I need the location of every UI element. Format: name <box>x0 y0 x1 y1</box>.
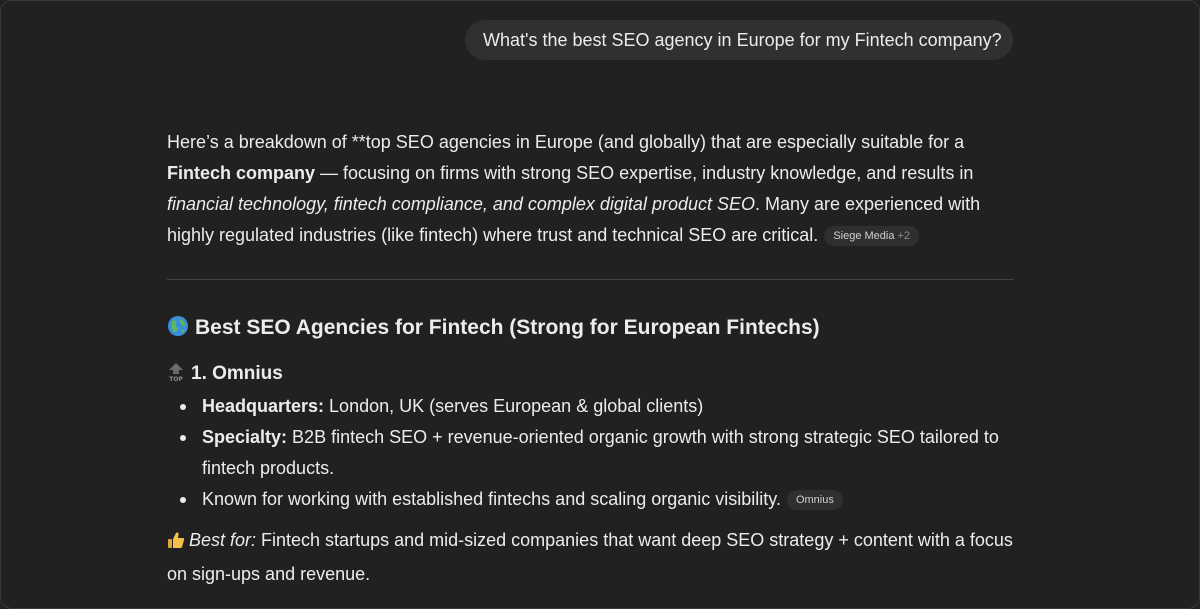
list-item: Specialty: B2B fintech SEO + revenue-ori… <box>167 422 1017 484</box>
bullet-text: London, UK (serves European & global cli… <box>324 396 704 416</box>
section-divider <box>167 279 1014 280</box>
citation-label: Siege Media <box>833 230 895 242</box>
best-for-paragraph: Best for: Fintech startups and mid-sized… <box>167 525 1017 590</box>
agency-details-list: Headquarters: London, UK (serves Europea… <box>167 391 1017 515</box>
user-message-text: What's the best SEO agency in Europe for… <box>483 30 1002 50</box>
thumbs-up-icon <box>167 528 185 559</box>
intro-text-2: — focusing on firms with strong SEO expe… <box>315 163 974 183</box>
best-for-text: Fintech startups and mid-sized companies… <box>167 530 1013 584</box>
list-item: Known for working with established finte… <box>167 484 1017 515</box>
bullet-label: Headquarters: <box>202 396 325 416</box>
agency-title: 1. Omnius <box>191 363 283 384</box>
citation-chip-omnius[interactable]: Omnius <box>786 490 843 510</box>
top-arrow-icon: TOP <box>167 362 185 383</box>
assistant-response: Here’s a breakdown of **top SEO agencies… <box>167 127 1017 590</box>
user-message-bubble: What's the best SEO agency in Europe for… <box>465 20 1013 60</box>
citation-label: Omnius <box>795 494 834 506</box>
bullet-text: B2B fintech SEO + revenue-oriented organ… <box>202 427 999 478</box>
bullet-text: Known for working with established finte… <box>202 489 781 509</box>
agency-heading: TOP 1. Omnius <box>167 361 1017 387</box>
intro-text-1: Here’s a breakdown of **top SEO agencies… <box>167 132 965 152</box>
chat-window: What's the best SEO agency in Europe for… <box>0 0 1200 609</box>
best-for-label: Best for: <box>189 530 257 550</box>
section-heading: Best SEO Agencies for Fintech (Strong fo… <box>167 314 1017 345</box>
intro-paragraph: Here’s a breakdown of **top SEO agencies… <box>167 127 1017 251</box>
intro-bold: Fintech company <box>167 163 316 183</box>
section-heading-text: Best SEO Agencies for Fintech (Strong fo… <box>195 316 820 339</box>
intro-italic: financial technology, fintech compliance… <box>167 194 755 214</box>
list-item: Headquarters: London, UK (serves Europea… <box>167 391 1017 422</box>
bullet-label: Specialty: <box>202 427 288 447</box>
citation-more-count: +2 <box>897 230 911 242</box>
globe-icon <box>167 315 189 345</box>
svg-text:TOP: TOP <box>169 376 183 382</box>
citation-chip-siege-media[interactable]: Siege Media +2 <box>824 226 920 246</box>
